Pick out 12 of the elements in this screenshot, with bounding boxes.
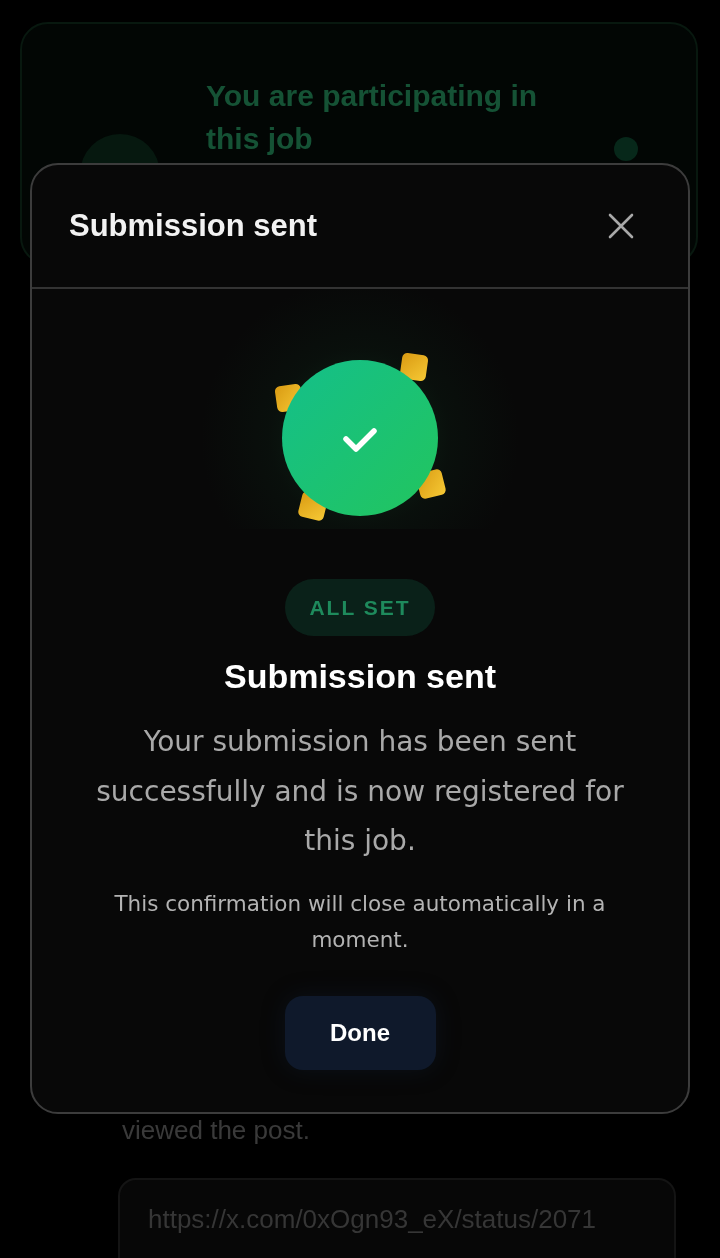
post-note: viewed the post. <box>122 1115 311 1145</box>
done-button[interactable]: Done <box>284 995 436 1070</box>
status-badge: ALL SET <box>285 579 435 636</box>
status-dot-icon <box>614 137 638 161</box>
check-circle-icon <box>282 360 438 516</box>
confetti-icon <box>399 352 429 382</box>
auto-close-note: This confirmation will close automatically in a moment. <box>113 889 607 954</box>
dialog-title: Submission sent <box>69 208 318 244</box>
participation-message: You are participating in this job <box>206 78 539 157</box>
confirmation-heading: Submission sent <box>223 656 497 697</box>
close-icon[interactable] <box>608 213 634 239</box>
confirmation-message: Your submission has been sent successfully and is now registered for this job. <box>95 724 625 859</box>
